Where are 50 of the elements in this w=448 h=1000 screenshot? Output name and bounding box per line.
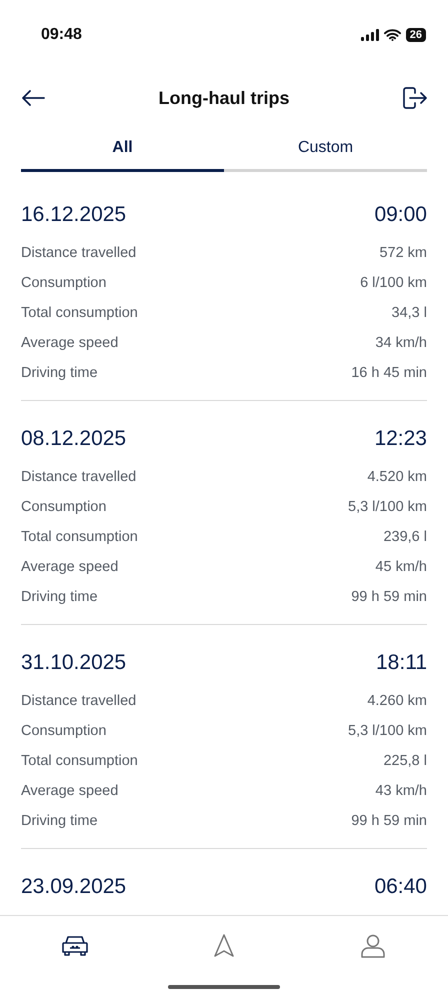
export-icon[interactable] xyxy=(402,87,427,109)
stat-label: Driving time xyxy=(21,365,98,381)
stat-label: Distance travelled xyxy=(21,245,136,261)
stat-value: 6 l/100 km xyxy=(360,275,427,291)
stat-value: 5,3 l/100 km xyxy=(348,499,427,515)
stat-label: Average speed xyxy=(21,559,118,575)
stat-value: 34,3 l xyxy=(392,305,427,321)
stat-value: 239,6 l xyxy=(383,529,427,545)
stat-label: Consumption xyxy=(21,723,106,739)
navigation-arrow-icon[interactable] xyxy=(212,934,235,958)
page-title: Long-haul trips xyxy=(158,88,290,108)
stat-label: Total consumption xyxy=(21,529,138,545)
stat-value: 34 km/h xyxy=(375,335,427,351)
stat-value: 225,8 l xyxy=(383,753,427,769)
stat-value: 4.260 km xyxy=(367,693,427,709)
stat-label: Distance travelled xyxy=(21,469,136,485)
signal-icon xyxy=(360,29,379,41)
stat-label: Average speed xyxy=(21,335,118,351)
stat-value: 5,3 l/100 km xyxy=(348,723,427,739)
tab[interactable]: Custom xyxy=(224,126,427,172)
stat-value: 16 h 45 min xyxy=(351,365,427,381)
stat-value: 572 km xyxy=(379,245,427,261)
stat-label: Distance travelled xyxy=(21,693,136,709)
stat-value: 99 h 59 min xyxy=(351,813,427,829)
stat-value: 4.520 km xyxy=(367,469,427,485)
trip-date: 23.09.2025 xyxy=(21,875,126,899)
car-icon[interactable] xyxy=(60,934,89,958)
stat-label: Consumption xyxy=(21,499,106,515)
back-arrow-icon[interactable] xyxy=(21,89,45,107)
trip-time: 09:00 xyxy=(374,203,427,227)
stat-label: Consumption xyxy=(21,275,106,291)
trip-date: 16.12.2025 xyxy=(21,203,126,227)
wifi-icon xyxy=(384,29,401,41)
status-time: 09:48 xyxy=(41,26,82,44)
stat-label: Total consumption xyxy=(21,753,138,769)
stat-label: Driving time xyxy=(21,589,98,605)
stat-value: 45 km/h xyxy=(375,559,427,575)
trip-time: 18:11 xyxy=(376,651,427,675)
profile-icon[interactable] xyxy=(361,934,386,958)
stat-value: 43 km/h xyxy=(375,783,427,799)
battery-level: 26 xyxy=(406,28,426,42)
trip-time: 06:40 xyxy=(374,875,427,899)
trip-date: 31.10.2025 xyxy=(21,651,126,675)
stat-label: Average speed xyxy=(21,783,118,799)
stat-value: 99 h 59 min xyxy=(351,589,427,605)
stat-label: Total consumption xyxy=(21,305,138,321)
trip-time: 12:23 xyxy=(374,427,427,451)
tab[interactable]: All xyxy=(21,126,224,172)
trip-date: 08.12.2025 xyxy=(21,427,126,451)
stat-label: Driving time xyxy=(21,813,98,829)
